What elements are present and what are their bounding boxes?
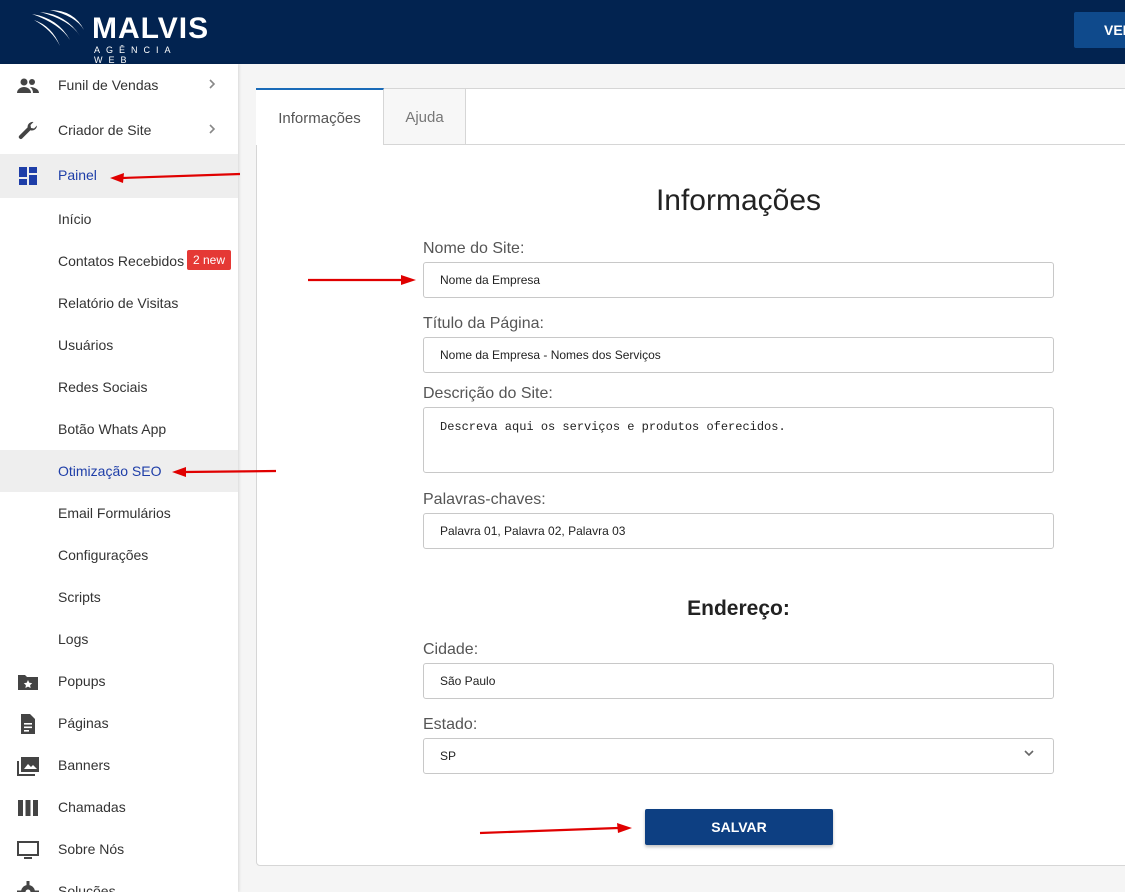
sidebar-item-label: Relatório de Visitas <box>58 295 179 311</box>
sidebar-item-label: Configurações <box>58 547 149 563</box>
save-button[interactable]: SALVAR <box>645 809 833 845</box>
sidebar-item-label: Banners <box>58 757 111 773</box>
sidebar-item-label: Botão Whats App <box>58 421 167 437</box>
sidebar-item-label: Popups <box>58 673 106 689</box>
sidebar-item-label: Chamadas <box>58 799 126 815</box>
sidebar-item-label: Funil de Vendas <box>58 77 159 93</box>
people-icon <box>17 78 39 93</box>
sidebar-item-configuracoes[interactable]: Configurações <box>0 534 238 576</box>
form-title: Informações <box>655 184 822 217</box>
wings-icon <box>32 10 84 46</box>
sidebar-item-sobre-nos[interactable]: Sobre Nós <box>0 828 238 870</box>
sidebar-item-contatos-recebidos[interactable]: Contatos Recebidos 2 new <box>0 240 238 282</box>
sidebar-item-label: Scripts <box>58 589 101 605</box>
keywords-input[interactable]: Palavra 01, Palavra 02, Palavra 03 <box>423 513 1054 549</box>
page-title-label: Título da Página: <box>423 315 544 332</box>
description-label: Descrição do Site: <box>423 385 553 402</box>
page-title-input[interactable]: Nome da Empresa - Nomes dos Serviços <box>423 337 1054 373</box>
sidebar-item-inicio[interactable]: Início <box>0 198 238 240</box>
sidebar-item-relatorio-de-visitas[interactable]: Relatório de Visitas <box>0 282 238 324</box>
chevron-down-icon <box>1024 750 1034 757</box>
sidebar-item-otimizacao-seo[interactable]: Otimização SEO <box>0 450 238 492</box>
brand-logo[interactable]: MALVIS AGÊNCIA WEB <box>30 8 208 65</box>
sidebar-item-label: Redes Sociais <box>58 379 148 395</box>
sidebar-item-scripts[interactable]: Scripts <box>0 576 238 618</box>
sidebar-item-banners[interactable]: Banners <box>0 744 238 786</box>
sidebar-item-redes-sociais[interactable]: Redes Sociais <box>0 366 238 408</box>
sidebar-item-label: Email Formulários <box>58 505 171 521</box>
state-label: Estado: <box>423 716 478 733</box>
state-select[interactable]: SP <box>423 738 1054 774</box>
tab-informacoes[interactable]: Informações <box>256 88 384 145</box>
sidebar-item-label: Contatos Recebidos <box>58 253 185 269</box>
new-contacts-badge: 2 new <box>187 250 232 270</box>
brand-tagline: AGÊNCIA WEB <box>94 45 177 65</box>
tab-divider <box>384 144 1125 145</box>
sidebar-item-chamadas[interactable]: Chamadas <box>0 786 238 828</box>
gear-icon <box>17 881 39 892</box>
city-input[interactable]: São Paulo <box>423 663 1054 699</box>
document-icon <box>21 714 35 734</box>
dashboard-icon <box>19 167 37 185</box>
tab-ajuda[interactable]: Ajuda <box>384 88 466 145</box>
site-name-input[interactable]: Nome da Empresa <box>423 262 1054 298</box>
sidebar-item-label: Soluções <box>58 883 116 892</box>
sidebar-item-botao-whats-app[interactable]: Botão Whats App <box>0 408 238 450</box>
columns-icon <box>18 800 38 816</box>
address-section-title: Endereço: <box>687 597 790 620</box>
sidebar-item-label: Logs <box>58 631 89 647</box>
sidebar-item-label: Páginas <box>58 715 109 731</box>
sidebar-item-label: Painel <box>58 167 97 183</box>
wrench-icon <box>18 121 37 139</box>
images-icon <box>17 757 39 776</box>
sidebar: Funil de Vendas Criador de Site Painel I… <box>0 64 238 892</box>
chevron-right-icon <box>209 79 216 89</box>
city-label: Cidade: <box>423 641 479 658</box>
sidebar-item-painel[interactable]: Painel <box>0 154 238 198</box>
sidebar-item-criador-de-site[interactable]: Criador de Site <box>0 109 238 151</box>
folder-star-icon <box>18 675 38 690</box>
sidebar-item-funil-de-vendas[interactable]: Funil de Vendas <box>0 64 238 106</box>
sidebar-item-popups[interactable]: Popups <box>0 660 238 702</box>
sidebar-item-usuarios[interactable]: Usuários <box>0 324 238 366</box>
sidebar-item-label: Criador de Site <box>58 122 152 138</box>
sidebar-item-paginas[interactable]: Páginas <box>0 702 238 744</box>
sidebar-item-email-formularios[interactable]: Email Formulários <box>0 492 238 534</box>
monitor-icon <box>17 841 39 859</box>
sidebar-item-solucoes[interactable]: Soluções <box>0 870 238 892</box>
sidebar-item-label: Usuários <box>58 337 114 353</box>
brand-name: MALVIS <box>92 12 210 45</box>
top-bar: MALVIS AGÊNCIA WEB VER <box>0 0 1125 65</box>
sidebar-item-logs[interactable]: Logs <box>0 618 238 660</box>
sidebar-item-label: Início <box>58 211 92 227</box>
description-textarea[interactable]: Descreva aqui os serviços e produtos ofe… <box>423 407 1054 473</box>
keywords-label: Palavras-chaves: <box>423 491 546 508</box>
view-site-button[interactable]: VER <box>1074 12 1125 48</box>
sidebar-item-label: Otimização SEO <box>58 463 162 479</box>
chevron-right-icon <box>209 124 216 134</box>
sidebar-item-label: Sobre Nós <box>58 841 125 857</box>
site-name-label: Nome do Site: <box>423 240 525 257</box>
